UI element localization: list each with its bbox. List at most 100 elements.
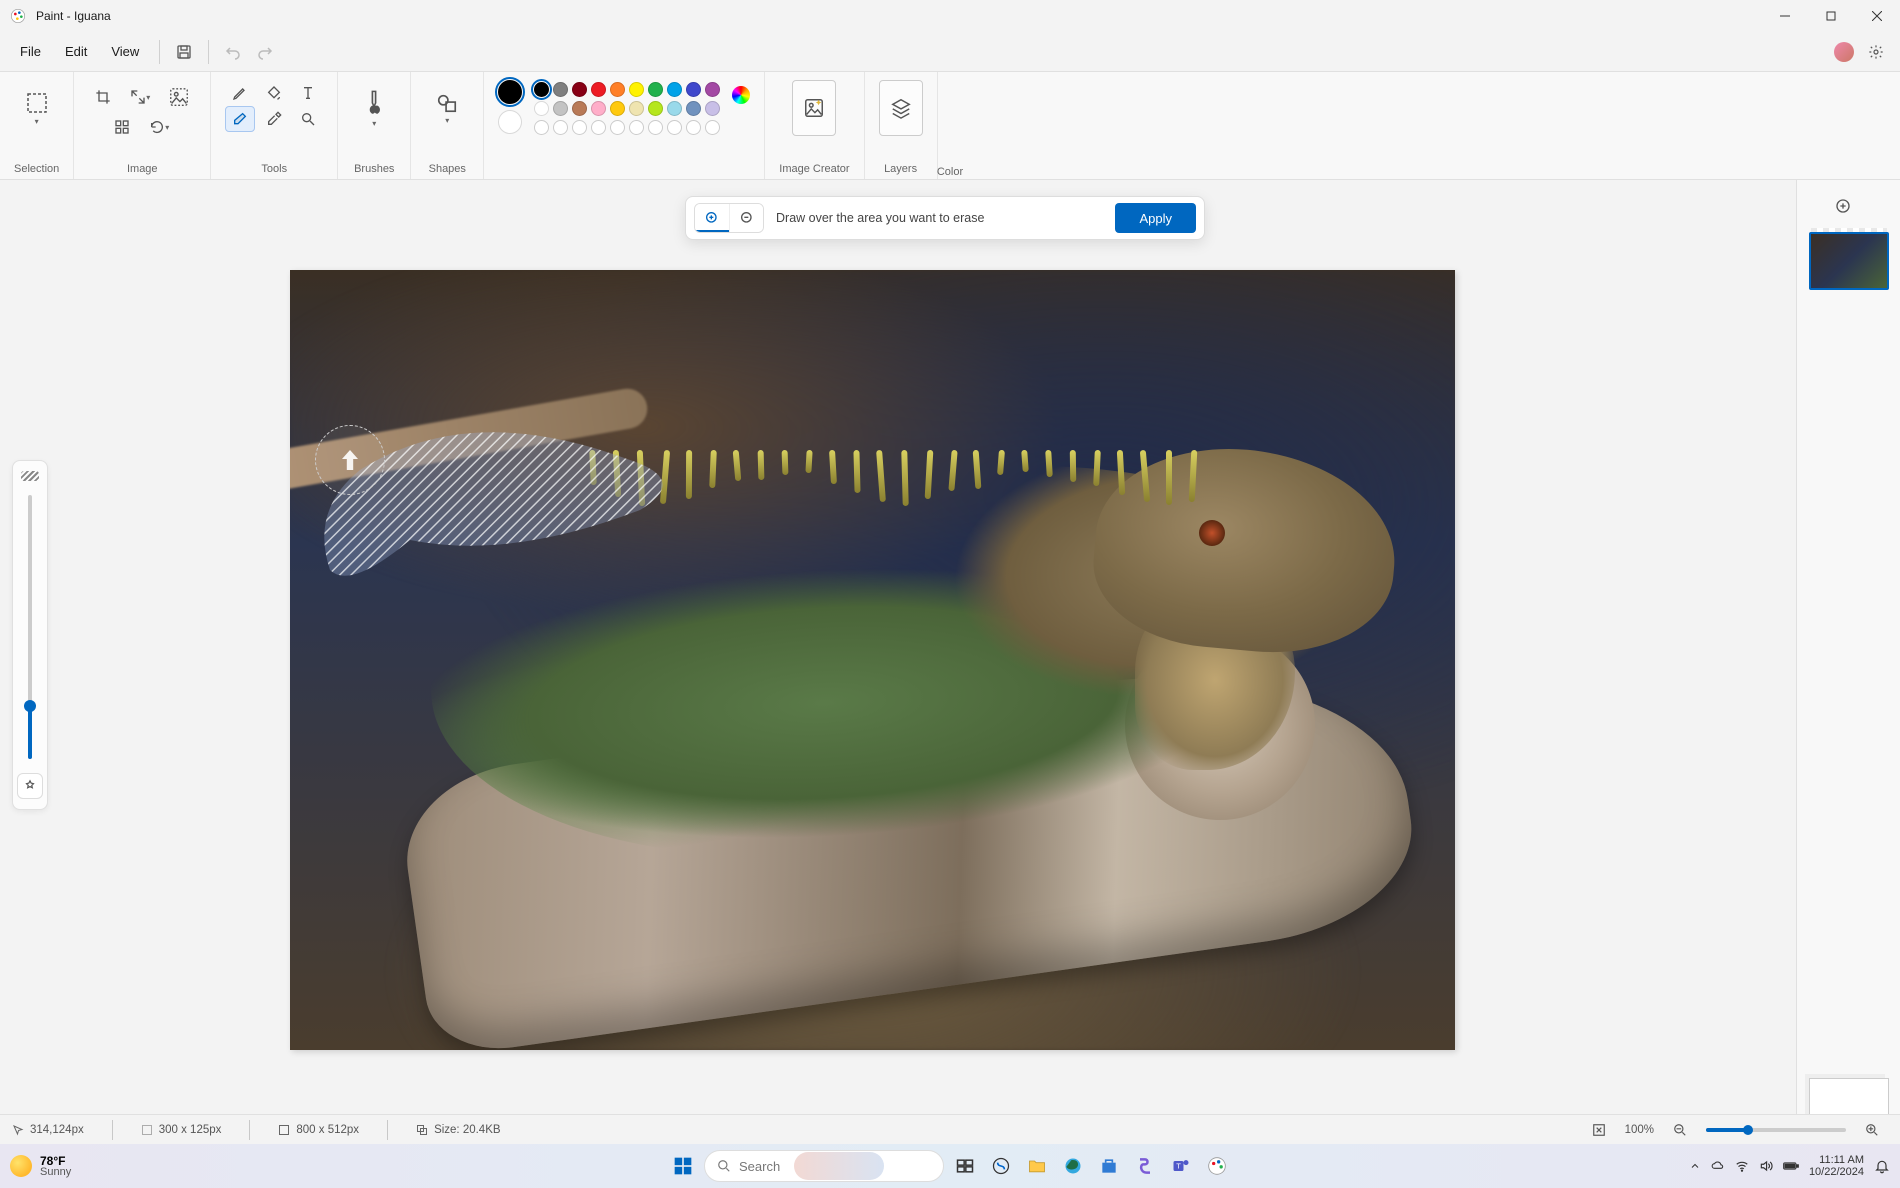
custom-color-slot[interactable] bbox=[629, 120, 644, 135]
layers-panel bbox=[1796, 180, 1900, 1144]
redo-button[interactable] bbox=[249, 36, 281, 68]
color-swatch[interactable] bbox=[686, 82, 701, 97]
start-button[interactable] bbox=[668, 1151, 698, 1181]
custom-color-slot[interactable] bbox=[591, 120, 606, 135]
custom-color-slot[interactable] bbox=[572, 120, 587, 135]
explorer-icon[interactable] bbox=[1022, 1151, 1052, 1181]
tray-battery-icon[interactable] bbox=[1783, 1159, 1799, 1173]
color-swatch[interactable] bbox=[553, 82, 568, 97]
custom-color-slot[interactable] bbox=[648, 120, 663, 135]
tray-wifi-icon[interactable] bbox=[1735, 1159, 1749, 1173]
fill-tool[interactable] bbox=[259, 80, 289, 106]
taskbar-search[interactable]: Search bbox=[704, 1150, 944, 1182]
tray-volume-icon[interactable] bbox=[1759, 1159, 1773, 1173]
close-button[interactable] bbox=[1854, 0, 1900, 32]
tray-onedrive-icon[interactable] bbox=[1711, 1159, 1725, 1173]
canvas-area[interactable] bbox=[0, 180, 1796, 1144]
slider-thumb[interactable] bbox=[24, 700, 36, 712]
edit-colors-button[interactable] bbox=[732, 86, 750, 104]
user-avatar[interactable] bbox=[1834, 42, 1854, 62]
color-swatch[interactable] bbox=[572, 101, 587, 116]
add-to-selection-button[interactable] bbox=[695, 204, 729, 232]
custom-color-slot[interactable] bbox=[667, 120, 682, 135]
remove-from-selection-button[interactable] bbox=[729, 204, 763, 232]
undo-button[interactable] bbox=[217, 36, 249, 68]
layer-thumbnail-1[interactable] bbox=[1809, 232, 1889, 290]
add-layer-button[interactable] bbox=[1835, 192, 1863, 220]
brush-preview-icon bbox=[21, 471, 39, 481]
minimize-button[interactable] bbox=[1762, 0, 1808, 32]
custom-color-slot[interactable] bbox=[610, 120, 625, 135]
tray-chevron-icon[interactable] bbox=[1689, 1160, 1701, 1172]
custom-color-slot[interactable] bbox=[534, 120, 549, 135]
secondary-color[interactable] bbox=[498, 110, 522, 134]
text-tool[interactable] bbox=[293, 80, 323, 106]
file-size: Size: 20.4KB bbox=[416, 1124, 500, 1136]
apply-button[interactable]: Apply bbox=[1115, 203, 1196, 233]
color-swatch[interactable] bbox=[705, 101, 720, 116]
zoom-out-button[interactable] bbox=[1664, 1114, 1696, 1146]
taskbar-clock[interactable]: 11:11 AM 10/22/2024 bbox=[1809, 1154, 1864, 1178]
color-swatch[interactable] bbox=[629, 101, 644, 116]
task-view-icon[interactable] bbox=[950, 1151, 980, 1181]
settings-button[interactable] bbox=[1860, 36, 1892, 68]
cursor-position: 314,124px bbox=[12, 1124, 84, 1136]
remove-background-button[interactable] bbox=[162, 80, 196, 114]
color-swatch[interactable] bbox=[591, 82, 606, 97]
shapes-dropdown[interactable]: ▾ bbox=[425, 80, 469, 136]
maximize-button[interactable] bbox=[1808, 0, 1854, 32]
color-picker-tool[interactable] bbox=[259, 106, 289, 132]
teams-icon[interactable]: T bbox=[1166, 1151, 1196, 1181]
brush-cursor bbox=[315, 425, 385, 495]
rotate-button[interactable]: ▾ bbox=[141, 114, 177, 140]
color-swatch[interactable] bbox=[572, 82, 587, 97]
menu-separator bbox=[208, 40, 209, 64]
color-swatch[interactable] bbox=[667, 101, 682, 116]
custom-color-slot[interactable] bbox=[686, 120, 701, 135]
pencil-tool[interactable] bbox=[225, 80, 255, 106]
menu-file[interactable]: File bbox=[8, 38, 53, 65]
crop-button[interactable] bbox=[88, 84, 118, 110]
fit-to-window-button[interactable] bbox=[1583, 1114, 1615, 1146]
zoom-slider[interactable] bbox=[1706, 1128, 1846, 1132]
color-swatch[interactable] bbox=[610, 101, 625, 116]
color-swatch[interactable] bbox=[553, 101, 568, 116]
taskbar-weather[interactable]: 78°F Sunny bbox=[10, 1155, 71, 1178]
color-swatch[interactable] bbox=[648, 82, 663, 97]
color-swatch[interactable] bbox=[534, 101, 549, 116]
brush-size-slider[interactable] bbox=[28, 495, 32, 759]
canvas[interactable] bbox=[290, 270, 1455, 1050]
color-swatch[interactable] bbox=[534, 82, 549, 97]
primary-color[interactable] bbox=[498, 80, 522, 104]
selection-tool[interactable]: ▾ bbox=[15, 80, 59, 136]
color-swatch[interactable] bbox=[629, 82, 644, 97]
color-swatch[interactable] bbox=[591, 101, 606, 116]
paint-taskbar-icon[interactable] bbox=[1202, 1151, 1232, 1181]
copilot-icon[interactable] bbox=[986, 1151, 1016, 1181]
copilot-app-icon[interactable] bbox=[1130, 1151, 1160, 1181]
custom-color-slot[interactable] bbox=[705, 120, 720, 135]
save-button[interactable] bbox=[168, 36, 200, 68]
menu-edit[interactable]: Edit bbox=[53, 38, 99, 65]
brush-options-button[interactable] bbox=[17, 773, 43, 799]
brushes-dropdown[interactable]: ▾ bbox=[352, 80, 396, 136]
eraser-tool[interactable] bbox=[225, 106, 255, 132]
chevron-down-icon: ▾ bbox=[35, 117, 39, 126]
menu-view[interactable]: View bbox=[99, 38, 151, 65]
layers-button[interactable] bbox=[879, 80, 923, 136]
magnifier-tool[interactable] bbox=[293, 106, 323, 132]
erase-hint-text: Draw over the area you want to erase bbox=[776, 211, 1103, 225]
edge-icon[interactable] bbox=[1058, 1151, 1088, 1181]
color-swatch[interactable] bbox=[705, 82, 720, 97]
resize-button[interactable]: ▾ bbox=[122, 84, 158, 110]
color-swatch[interactable] bbox=[667, 82, 682, 97]
color-swatch[interactable] bbox=[648, 101, 663, 116]
zoom-in-button[interactable] bbox=[1856, 1114, 1888, 1146]
select-all-button[interactable] bbox=[107, 114, 137, 140]
custom-color-slot[interactable] bbox=[553, 120, 568, 135]
store-icon[interactable] bbox=[1094, 1151, 1124, 1181]
image-creator-button[interactable] bbox=[792, 80, 836, 136]
color-swatch[interactable] bbox=[610, 82, 625, 97]
notifications-icon[interactable] bbox=[1874, 1158, 1890, 1174]
color-swatch[interactable] bbox=[686, 101, 701, 116]
